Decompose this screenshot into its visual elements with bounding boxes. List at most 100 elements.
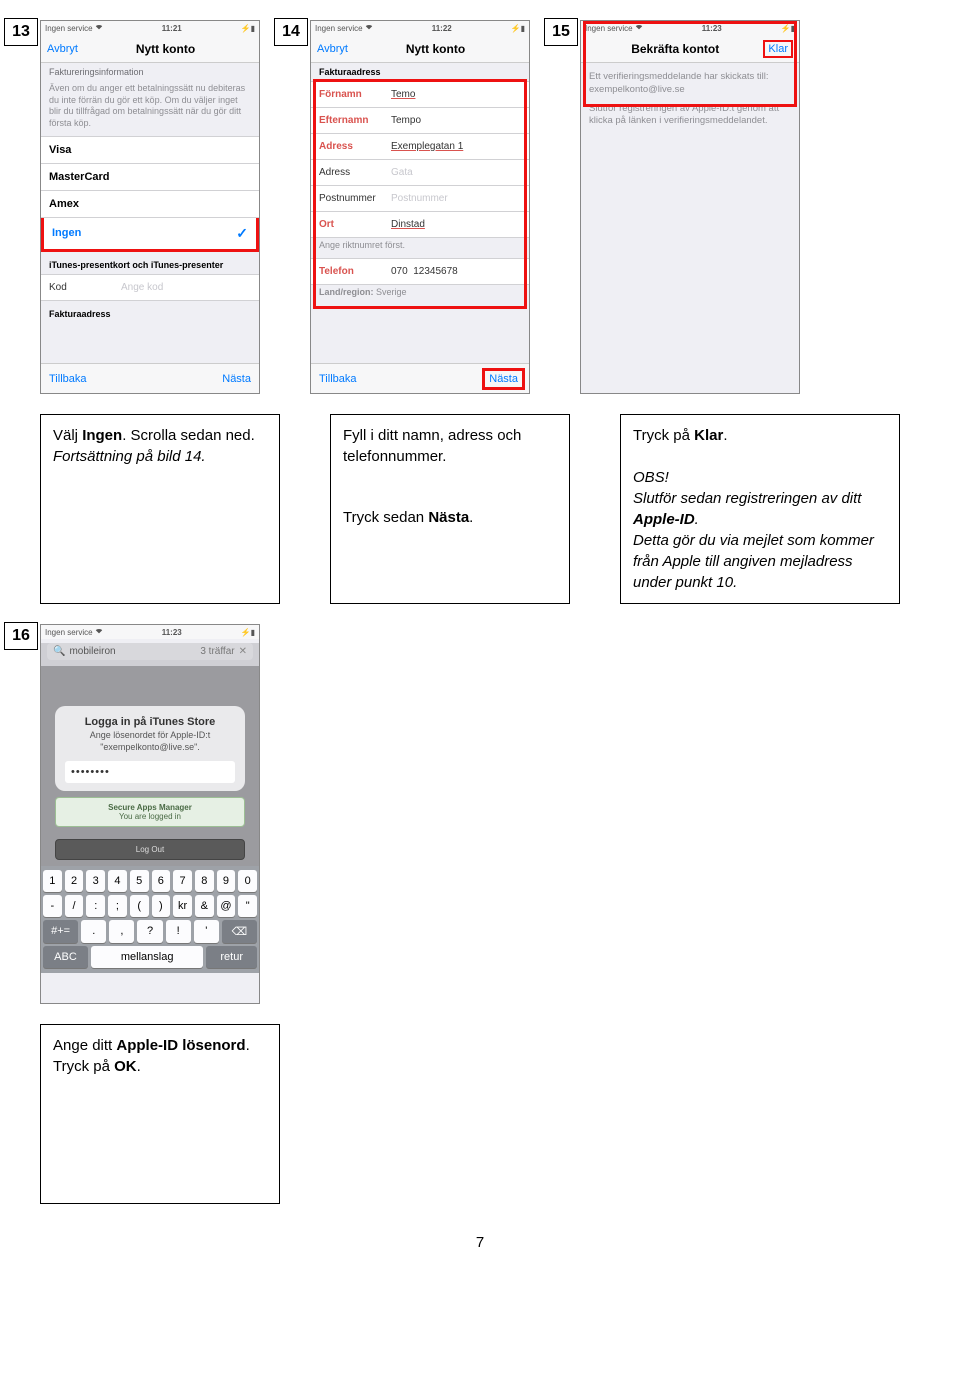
key[interactable]: 4 (108, 870, 127, 892)
cancel-button[interactable]: Avbryt (47, 43, 78, 55)
bg-logout: Log Out (55, 839, 245, 860)
status-bar: Ingen service 11:23 ⚡▮ (41, 625, 259, 639)
battery-icon: ⚡▮ (241, 628, 255, 637)
key[interactable]: & (195, 895, 214, 917)
shift-key[interactable]: #+= (43, 920, 78, 943)
firstname-cell[interactable]: FörnamnTemo (311, 81, 529, 108)
key[interactable]: : (86, 895, 105, 917)
space-key[interactable]: mellanslag (91, 946, 203, 968)
carrier-label: Ingen service (315, 23, 373, 33)
lastname-cell[interactable]: EfternamnTempo (311, 108, 529, 134)
caption-16: Ange ditt Apple-ID lösenord. Tryck på OK… (40, 1024, 280, 1204)
clock: 11:21 (103, 24, 241, 33)
step-16: 1 6 Ingen service 11:23 ⚡▮ 🔍 mobileiron 3… (40, 624, 260, 1004)
key[interactable]: " (238, 895, 257, 917)
payment-mastercard[interactable]: MasterCard (41, 164, 259, 191)
key[interactable]: ' (194, 920, 219, 943)
wifi-icon (95, 23, 103, 31)
code-placeholder: Ange kod (121, 282, 251, 293)
search-field[interactable]: 🔍 mobileiron 3 träffar ✕ (47, 643, 253, 660)
alert-title: Logga in på iTunes Store (55, 706, 245, 730)
footer-bar: Tillbaka Nästa (311, 363, 529, 393)
key[interactable]: ! (166, 920, 191, 943)
key[interactable]: 2 (65, 870, 84, 892)
key[interactable]: / (65, 895, 84, 917)
address2-cell[interactable]: AdressGata (311, 160, 529, 186)
phone-cell[interactable]: Telefon070 12345678 (311, 258, 529, 285)
step-number-14: 14 (274, 18, 308, 46)
battery-icon: ⚡▮ (511, 24, 525, 33)
keyboard-row-3: #+= . , ? ! ' ⌫ (43, 920, 257, 943)
keyboard-row-4: ABC mellanslag retur (43, 946, 257, 968)
key[interactable]: . (81, 920, 106, 943)
keyboard: 1234567890 -/:;()kr&@" #+= . , ? ! ' ⌫ A… (41, 866, 259, 973)
next-button[interactable]: Nästa (482, 368, 525, 390)
key[interactable]: ) (152, 895, 171, 917)
verification-email: exempelkonto@live.se (589, 84, 791, 97)
clock: 11:23 (643, 24, 781, 33)
step-14: 14 Ingen service 11:22 ⚡▮ Avbryt Nytt ko… (310, 20, 530, 394)
address1-cell[interactable]: AdressExemplegatan 1 (311, 134, 529, 160)
payment-none[interactable]: Ingen✓ (41, 218, 259, 252)
captions-row: Välj Ingen. Scrolla sedan ned. Fortsättn… (40, 414, 920, 604)
caption-14: Fyll i ditt namn, adress och telefonnumm… (330, 414, 570, 604)
key[interactable]: 1 (43, 870, 62, 892)
battery-icon: ⚡▮ (781, 24, 795, 33)
step-number-15: 15 (544, 18, 578, 46)
key[interactable]: 6 (152, 870, 171, 892)
footer-bar: Tillbaka Nästa (41, 363, 259, 393)
password-field[interactable]: •••••••• (65, 761, 235, 783)
bg-secure-apps: Secure Apps Manager You are logged in (55, 797, 245, 827)
city-cell[interactable]: OrtDinstad (311, 212, 529, 238)
key[interactable]: kr (173, 895, 192, 917)
code-cell[interactable]: Kod Ange kod (41, 274, 259, 301)
clear-icon[interactable]: ✕ (239, 646, 247, 657)
zip-cell[interactable]: PostnummerPostnummer (311, 186, 529, 212)
key[interactable]: 0 (238, 870, 257, 892)
key[interactable]: 8 (195, 870, 214, 892)
wifi-icon (365, 23, 373, 31)
key[interactable]: 7 (173, 870, 192, 892)
check-icon: ✓ (236, 225, 248, 242)
key[interactable]: ? (137, 920, 162, 943)
status-bar: Ingen service 11:21 ⚡▮ (41, 21, 259, 35)
billing-address-header: Fakturaadress (41, 301, 259, 323)
key[interactable]: 3 (86, 870, 105, 892)
caption-13: Välj Ingen. Scrolla sedan ned. Fortsättn… (40, 414, 280, 604)
modal-overlay: Logga in på iTunes Store Ange lösenordet… (41, 666, 259, 866)
nav-title: Nytt konto (136, 42, 195, 56)
delete-key[interactable]: ⌫ (222, 920, 257, 943)
key[interactable]: 9 (217, 870, 236, 892)
abc-key[interactable]: ABC (43, 946, 88, 968)
phone-hint: Ange riktnumret först. (311, 238, 529, 258)
nav-title: Nytt konto (406, 42, 465, 56)
phone-13: Ingen service 11:21 ⚡▮ Avbryt Nytt konto… (40, 20, 260, 394)
key[interactable]: - (43, 895, 62, 917)
step-15: 15 Ingen service 11:23 ⚡▮ Bekräfta konto… (580, 20, 800, 394)
return-key[interactable]: retur (206, 946, 257, 968)
key[interactable]: @ (217, 895, 236, 917)
payment-visa[interactable]: Visa (41, 136, 259, 164)
phone-16: Ingen service 11:23 ⚡▮ 🔍 mobileiron 3 tr… (40, 624, 260, 1004)
nav-title: Bekräfta kontot (631, 42, 719, 56)
payment-amex[interactable]: Amex (41, 191, 259, 218)
back-button[interactable]: Tillbaka (319, 373, 357, 385)
caption-15: Tryck på Klar. OBS! Slutför sedan regist… (620, 414, 900, 604)
key[interactable]: , (109, 920, 134, 943)
done-button[interactable]: Klar (763, 40, 793, 58)
key[interactable]: ( (130, 895, 149, 917)
key[interactable]: ; (108, 895, 127, 917)
search-icon: 🔍 (53, 646, 65, 657)
nav-bar: Bekräfta kontot Klar (581, 35, 799, 63)
cancel-button[interactable]: Avbryt (317, 43, 348, 55)
next-button[interactable]: Nästa (222, 373, 251, 385)
phones-row: 13 Ingen service 11:21 ⚡▮ Avbryt Nytt ko… (40, 20, 920, 394)
code-label: Kod (49, 282, 121, 293)
step-number-13: 13 (4, 18, 38, 46)
key[interactable]: 5 (130, 870, 149, 892)
clock: 11:23 (103, 628, 241, 637)
billing-address-header: Fakturaadress (311, 63, 529, 81)
back-button[interactable]: Tillbaka (49, 373, 87, 385)
clock: 11:22 (373, 24, 511, 33)
login-alert: Logga in på iTunes Store Ange lösenordet… (55, 706, 245, 791)
